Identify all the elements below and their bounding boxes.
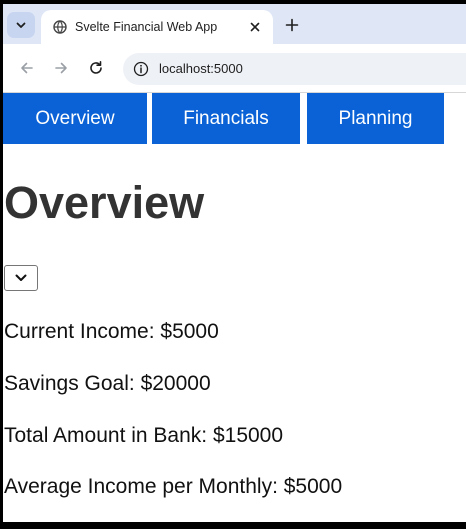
new-tab-button[interactable]: [283, 16, 301, 34]
tab-title: Svelte Financial Web App: [75, 20, 218, 34]
browser-window: Svelte Financial Web App localhost:5000 …: [3, 4, 466, 522]
reload-button[interactable]: [86, 58, 106, 78]
address-bar[interactable]: localhost:5000: [123, 53, 466, 85]
main-nav: Overview Financials Planning: [3, 93, 466, 144]
view-select[interactable]: [4, 265, 38, 291]
url-text: localhost:5000: [159, 61, 243, 76]
close-icon: [250, 22, 260, 32]
nav-tab-planning[interactable]: Planning: [307, 93, 444, 144]
nav-tab-overview[interactable]: Overview: [3, 93, 147, 144]
browser-toolbar: localhost:5000: [3, 44, 466, 93]
chevron-down-icon: [15, 274, 27, 281]
total-amount-in-bank: Total Amount in Bank: $15000: [4, 424, 284, 447]
tab-search-button[interactable]: [7, 12, 35, 38]
savings-goal: Savings Goal: $20000: [4, 372, 211, 395]
globe-icon: [53, 20, 67, 34]
average-income-monthly: Average Income per Monthly: $5000: [4, 475, 343, 498]
forward-button[interactable]: [51, 58, 71, 78]
close-tab-button[interactable]: [247, 19, 263, 35]
arrow-right-icon: [55, 62, 67, 74]
plus-icon: [285, 18, 299, 32]
nav-tab-financials[interactable]: Financials: [152, 93, 300, 144]
tab-strip: Svelte Financial Web App: [3, 4, 466, 44]
page-content: Overview Financials Planning Overview Cu…: [3, 93, 466, 522]
browser-tab[interactable]: Svelte Financial Web App: [41, 10, 273, 44]
chevron-down-icon: [16, 22, 26, 28]
back-button[interactable]: [17, 58, 37, 78]
page-title: Overview: [4, 177, 205, 228]
arrow-left-icon: [21, 62, 33, 74]
reload-icon: [90, 61, 102, 74]
current-income: Current Income: $5000: [4, 320, 219, 343]
info-icon[interactable]: [133, 61, 149, 77]
